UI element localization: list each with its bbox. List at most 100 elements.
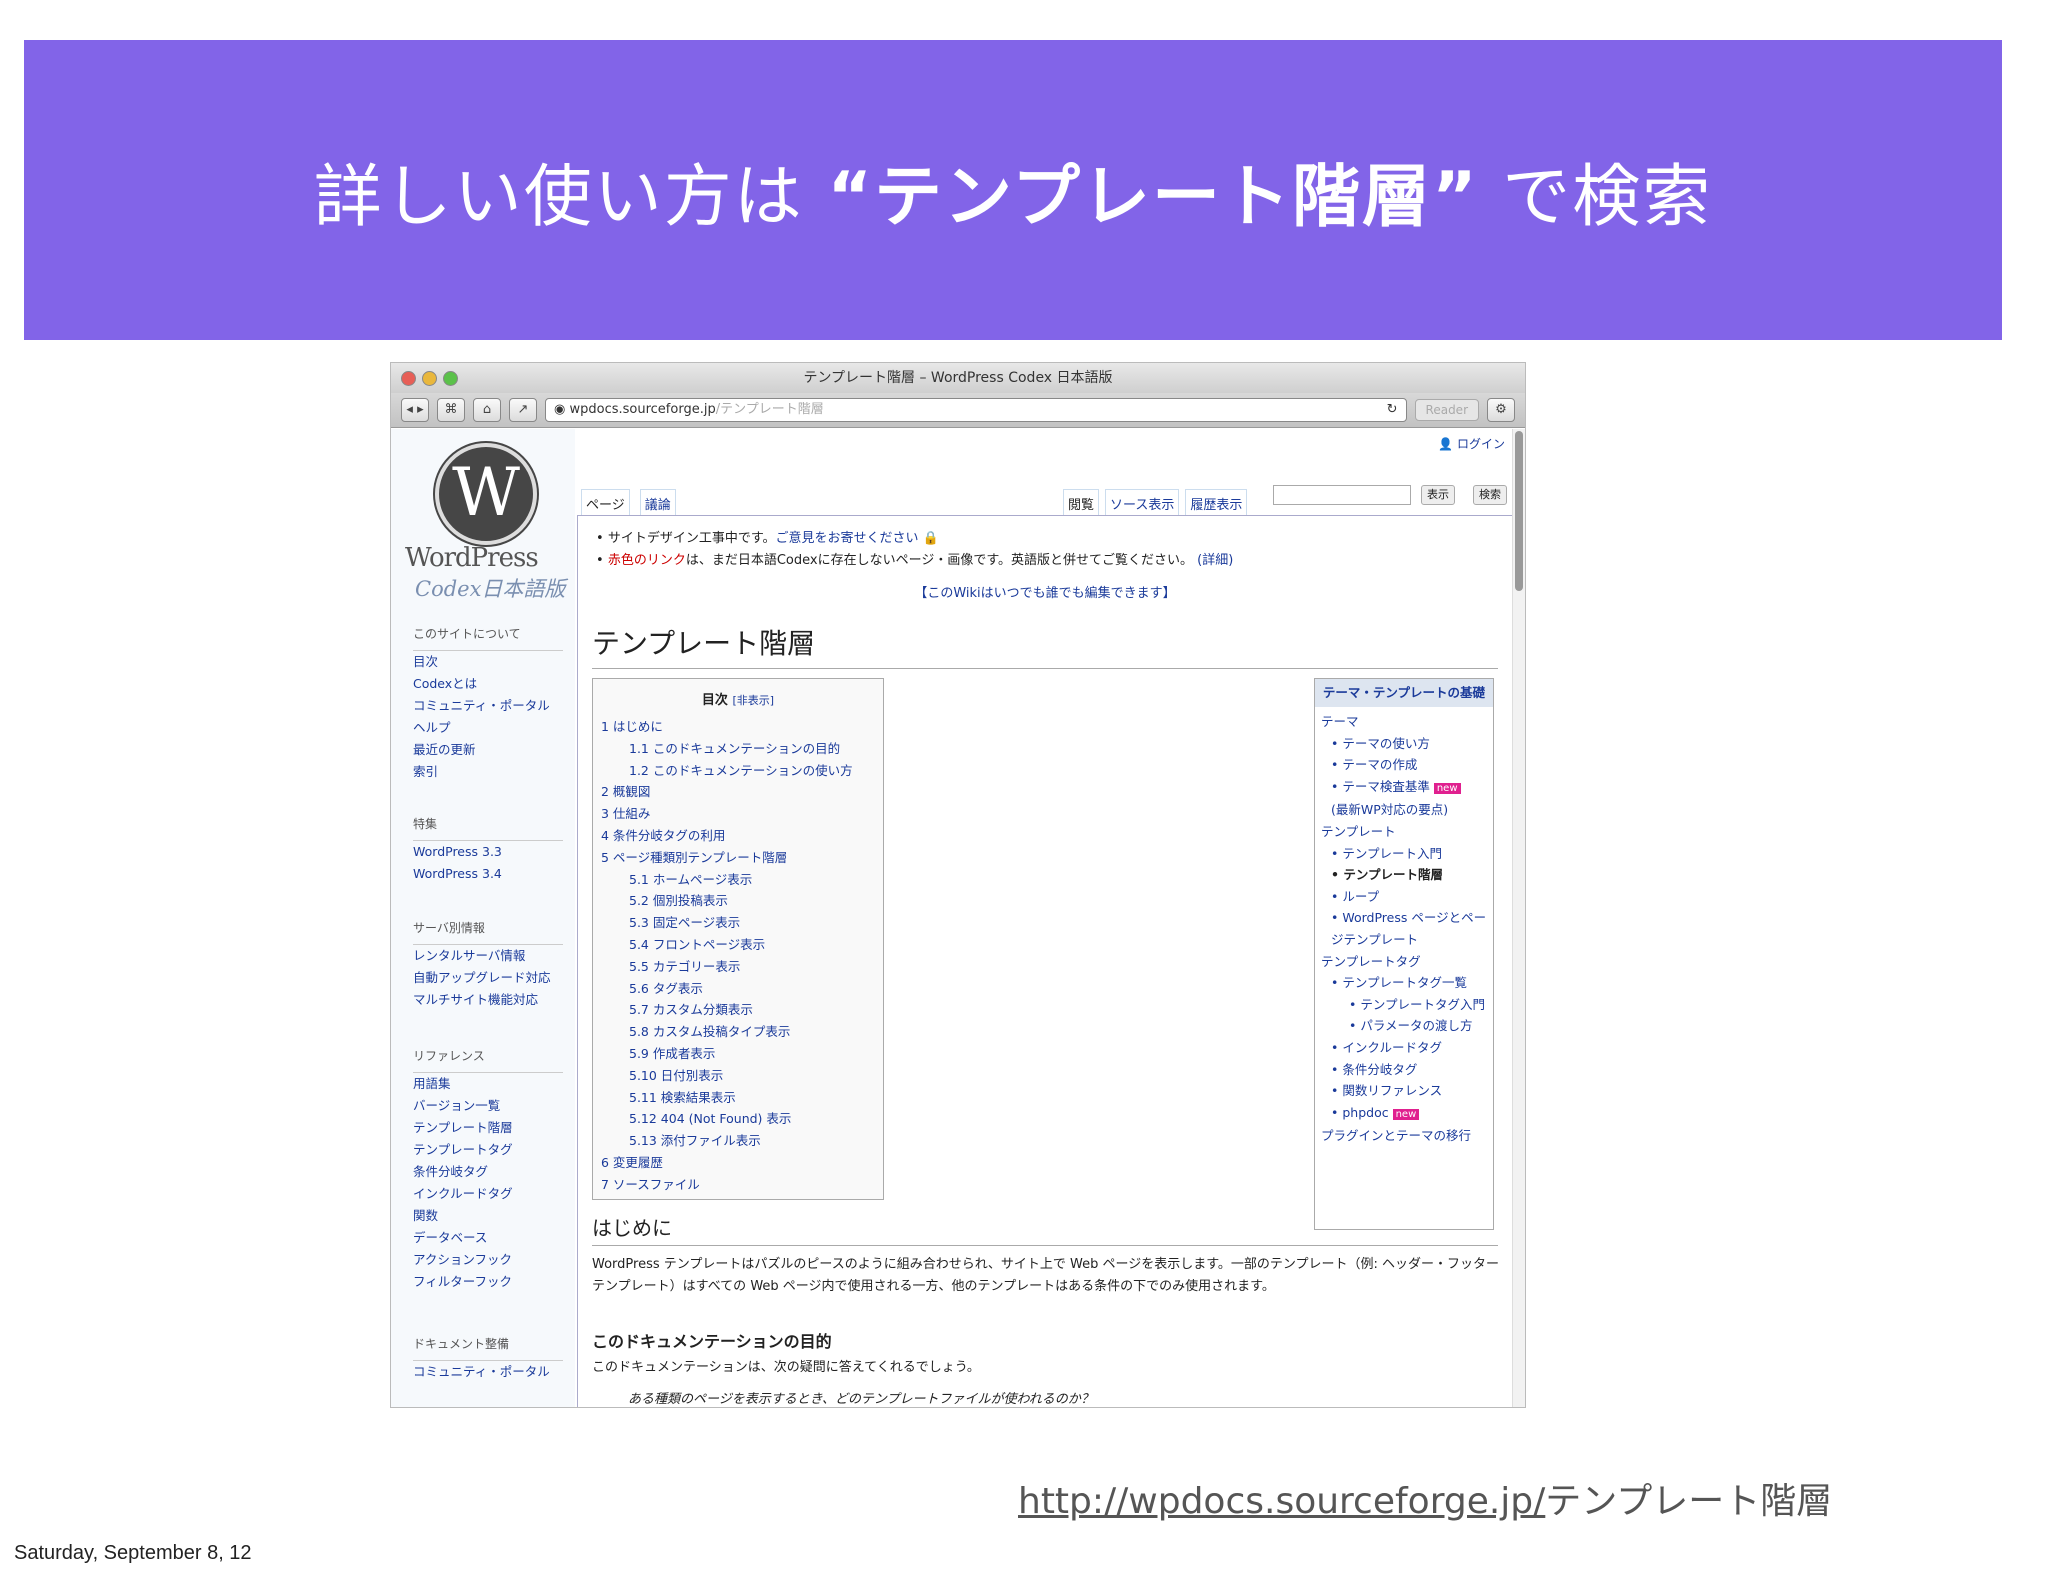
nav-link[interactable]: アクションフック: [413, 1249, 513, 1271]
toc-item[interactable]: 5 ページ種類別テンプレート階層: [601, 847, 883, 869]
nav-link[interactable]: インクルードタグ: [413, 1183, 513, 1205]
close-window-button[interactable]: [401, 371, 416, 386]
toc-item[interactable]: 5.11 検索結果表示: [601, 1087, 883, 1109]
new-badge: new: [1392, 1108, 1420, 1120]
tab-page[interactable]: ページ: [581, 489, 630, 517]
toc-item[interactable]: 5.3 固定ページ表示: [601, 912, 883, 934]
address-bar[interactable]: ◉ wpdocs.sourceforge.jp /テンプレート階層 ↻: [545, 398, 1407, 422]
nav-list-reference: 用語集 バージョン一覧 テンプレート階層 テンプレートタグ 条件分岐タグ インク…: [413, 1073, 513, 1293]
tab-history[interactable]: 履歴表示: [1185, 489, 1248, 517]
reload-icon[interactable]: ↻: [1387, 399, 1406, 421]
toc-item[interactable]: 2 概観図: [601, 781, 883, 803]
nav-link[interactable]: 索引: [413, 761, 550, 783]
nav-heading-about: このサイトについて: [413, 625, 563, 651]
nav-link[interactable]: テンプレート階層: [413, 1117, 513, 1139]
nav-link[interactable]: テンプレートタグ: [413, 1139, 513, 1161]
toc-item[interactable]: 3 仕組み: [601, 803, 883, 825]
toc-item[interactable]: 5.12 404 (Not Found) 表示: [601, 1108, 883, 1130]
navbox-link[interactable]: テーマ: [1321, 711, 1487, 733]
share-icon[interactable]: ↗: [509, 398, 537, 422]
nav-heading-docs: ドキュメント整備: [413, 1335, 563, 1361]
navbox-link[interactable]: プラグインとテーマの移行: [1321, 1125, 1487, 1147]
navbox-link[interactable]: • テンプレート階層: [1321, 864, 1487, 886]
nav-link[interactable]: データベース: [413, 1227, 513, 1249]
nav-link[interactable]: 最近の更新: [413, 739, 550, 761]
reader-button[interactable]: Reader: [1414, 399, 1479, 421]
navbox-link[interactable]: • 条件分岐タグ: [1321, 1059, 1487, 1081]
toc-item[interactable]: 1 はじめに: [601, 716, 883, 738]
navbox-link[interactable]: • テーマ検査基準 new: [1321, 776, 1487, 800]
toc-item[interactable]: 1.2 このドキュメンテーションの使い方: [601, 760, 883, 782]
toc-item[interactable]: 1.1 このドキュメンテーションの目的: [601, 738, 883, 760]
go-button[interactable]: 表示: [1421, 485, 1455, 505]
nav-link[interactable]: レンタルサーバ情報: [413, 945, 551, 967]
navbox-link[interactable]: • ループ: [1321, 886, 1487, 908]
settings-icon[interactable]: ⚙: [1487, 398, 1515, 422]
minimize-window-button[interactable]: [422, 371, 437, 386]
nav-link[interactable]: 関数: [413, 1205, 513, 1227]
toc-item[interactable]: 5.7 カスタム分類表示: [601, 999, 883, 1021]
nav-link[interactable]: 自動アップグレード対応: [413, 967, 551, 989]
scrollbar[interactable]: [1512, 429, 1525, 1407]
navbox-link[interactable]: • テンプレートタグ入門: [1321, 994, 1487, 1016]
nav-link[interactable]: 条件分岐タグ: [413, 1161, 513, 1183]
navbox-link[interactable]: テンプレートタグ: [1321, 951, 1487, 973]
navbox-link[interactable]: • インクルードタグ: [1321, 1037, 1487, 1059]
navbox-title: テーマ・テンプレートの基礎: [1315, 679, 1493, 707]
home-icon[interactable]: ⌂: [473, 398, 501, 422]
toc-item[interactable]: 5.4 フロントページ表示: [601, 934, 883, 956]
toc-item[interactable]: 6 変更履歴: [601, 1152, 883, 1174]
toc-item[interactable]: 5.1 ホームページ表示: [601, 869, 883, 891]
navbox-link[interactable]: • phpdoc new: [1321, 1102, 1487, 1126]
nav-link[interactable]: バージョン一覧: [413, 1095, 513, 1117]
nav-link[interactable]: WordPress 3.4: [413, 863, 502, 885]
toc-item[interactable]: 5.10 日付別表示: [601, 1065, 883, 1087]
nav-link[interactable]: 目次: [413, 651, 550, 673]
nav-link[interactable]: ヘルプ: [413, 717, 550, 739]
login-link[interactable]: 👤 ログイン: [1438, 435, 1505, 452]
toc-item[interactable]: 5.5 カテゴリー表示: [601, 956, 883, 978]
nav-link[interactable]: Codexとは: [413, 673, 550, 695]
source-url[interactable]: http://wpdocs.sourceforge.jp/テンプレート階層: [1018, 1472, 1832, 1524]
navbox-link[interactable]: • パラメータの渡し方: [1321, 1015, 1487, 1037]
navbox-link[interactable]: テンプレート: [1321, 821, 1487, 843]
wiki-search-input[interactable]: [1273, 485, 1411, 505]
search-button[interactable]: 検索: [1473, 485, 1507, 505]
zoom-window-button[interactable]: [443, 371, 458, 386]
navbox-link[interactable]: • テンプレートタグ一覧: [1321, 972, 1487, 994]
edit-notice[interactable]: 【このWikiはいつでも誰でも編集できます】: [578, 582, 1512, 601]
navbox-link[interactable]: • テーマの使い方: [1321, 733, 1487, 755]
red-link-sample[interactable]: 赤色のリンク: [608, 553, 686, 568]
toc-item[interactable]: 5.2 個別投稿表示: [601, 890, 883, 912]
toc-item[interactable]: 5.13 添付ファイル表示: [601, 1130, 883, 1152]
nav-list-about: 目次 Codexとは コミュニティ・ポータル ヘルプ 最近の更新 索引: [413, 651, 550, 783]
toc-item[interactable]: 5.8 カスタム投稿タイプ表示: [601, 1021, 883, 1043]
scrollbar-thumb[interactable]: [1515, 431, 1523, 591]
nav-link[interactable]: 用語集: [413, 1073, 513, 1095]
feedback-link[interactable]: ご意見をお寄せください: [776, 531, 919, 546]
toc-toggle[interactable]: [非表示]: [732, 694, 774, 707]
bookmarks-icon[interactable]: ⌘: [437, 398, 465, 422]
navbox-link[interactable]: • 関数リファレンス: [1321, 1080, 1487, 1102]
tab-discussion[interactable]: 議論: [639, 489, 676, 517]
toc-item[interactable]: 7 ソースファイル: [601, 1174, 883, 1196]
tab-view-source[interactable]: ソース表示: [1105, 489, 1180, 517]
toc-item[interactable]: 4 条件分岐タグの利用: [601, 825, 883, 847]
toc-item[interactable]: 5.6 タグ表示: [601, 978, 883, 1000]
back-forward-buttons[interactable]: ◂ ▸: [401, 398, 429, 422]
toc-item[interactable]: 5.9 作成者表示: [601, 1043, 883, 1065]
tab-read[interactable]: 閲覧: [1063, 489, 1100, 517]
navbox-link[interactable]: • テンプレート入門: [1321, 843, 1487, 865]
nav-link[interactable]: コミュニティ・ポータル: [413, 1361, 550, 1383]
navbox-link[interactable]: • テーマの作成: [1321, 754, 1487, 776]
wordpress-logo[interactable]: W: [435, 443, 537, 545]
navbox-link[interactable]: (最新WP対応の要点): [1321, 799, 1487, 821]
navbox-link[interactable]: • WordPress ページとページテンプレート: [1321, 907, 1487, 950]
nav-link[interactable]: WordPress 3.3: [413, 841, 502, 863]
purpose-paragraph: このドキュメンテーションは、次の疑問に答えてくれるでしょう。: [592, 1360, 980, 1375]
url-path: /テンプレート階層: [715, 402, 824, 417]
nav-link[interactable]: フィルターフック: [413, 1271, 513, 1293]
nav-link[interactable]: コミュニティ・ポータル: [413, 695, 550, 717]
nav-link[interactable]: マルチサイト機能対応: [413, 989, 551, 1011]
details-link[interactable]: (詳細): [1197, 553, 1233, 568]
